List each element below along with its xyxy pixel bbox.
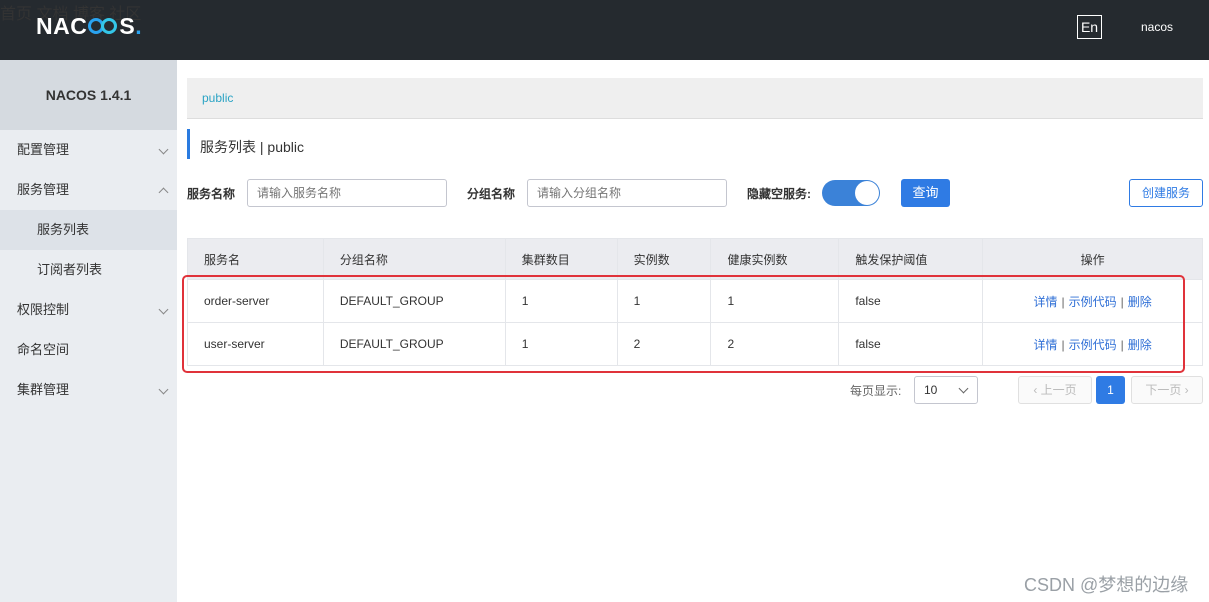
logo-dot: . (135, 12, 143, 39)
current-page-button[interactable]: 1 (1096, 376, 1125, 404)
page-size-label: 每页显示: (850, 384, 902, 398)
sample-code-link[interactable]: 示例代码 (1069, 295, 1117, 309)
cell-healthy-count: 2 (710, 322, 840, 366)
column-header: 操作 (982, 238, 1203, 280)
language-switch-button[interactable]: En (1077, 15, 1102, 39)
column-header: 触发保护阈值 (838, 238, 984, 280)
page-size-value: 10 (924, 383, 938, 397)
service-table: 服务名 分组名称 集群数目 实例数 健康实例数 触发保护阈值 操作 order-… (187, 238, 1203, 366)
chevron-down-icon (158, 304, 169, 315)
nav-home[interactable]: 首页 (0, 6, 32, 23)
sidebar-item-service-management[interactable]: 服务管理 (0, 170, 177, 210)
logo-infinity-icon (88, 18, 118, 34)
sidebar-title: NACOS 1.4.1 (0, 60, 177, 130)
sidebar-item-label: 订阅者列表 (37, 262, 103, 277)
table-row: user-server DEFAULT_GROUP 1 2 2 false 详情… (187, 322, 1203, 366)
cell-service-name: order-server (187, 279, 324, 323)
action-separator: | (1120, 337, 1124, 352)
sidebar-item-access-control[interactable]: 权限控制 (0, 290, 177, 330)
page-title: 服务列表 | public (187, 129, 304, 159)
chevron-right-icon: › (1181, 383, 1189, 397)
sidebar-item-cluster-management[interactable]: 集群管理 (0, 370, 177, 410)
cell-actions: 详情 | 示例代码 | 删除 (982, 322, 1203, 366)
chevron-down-icon (158, 384, 169, 395)
cell-group-name: DEFAULT_GROUP (322, 322, 506, 366)
logo-text-a: A (53, 12, 71, 39)
logo-text: N (36, 12, 54, 39)
next-page-label: 下一页 (1145, 383, 1182, 397)
chevron-left-icon: ‹ (1033, 383, 1041, 397)
service-name-input[interactable] (247, 179, 447, 207)
cell-cluster-count: 1 (504, 279, 618, 323)
sidebar: NACOS 1.4.1 配置管理 服务管理 服务列表 订阅者列表 权限控制 命名… (0, 60, 177, 602)
prev-page-label: 上一页 (1040, 383, 1077, 397)
page-size-select[interactable]: 10 (914, 376, 978, 404)
service-name-label: 服务名称 (187, 187, 236, 201)
column-header: 服务名 (187, 238, 324, 280)
sidebar-item-config-management[interactable]: 配置管理 (0, 130, 177, 170)
toggle-knob (855, 181, 879, 205)
sidebar-item-subscriber-list[interactable]: 订阅者列表 (0, 250, 177, 290)
sample-code-link[interactable]: 示例代码 (1069, 338, 1117, 352)
user-menu[interactable]: nacos (1141, 20, 1173, 34)
namespace-public-link[interactable]: public (202, 91, 233, 105)
create-service-button[interactable]: 创建服务 (1129, 179, 1203, 207)
sidebar-item-label: 服务列表 (37, 222, 90, 237)
cell-instance-count: 1 (616, 279, 712, 323)
group-name-input[interactable] (527, 179, 727, 207)
sidebar-item-label: 集群管理 (17, 382, 70, 397)
chevron-up-icon (158, 187, 169, 198)
cell-group-name: DEFAULT_GROUP (322, 279, 506, 323)
query-button[interactable]: 查询 (901, 179, 950, 207)
sidebar-item-service-list[interactable]: 服务列表 (0, 210, 177, 250)
detail-link[interactable]: 详情 (1033, 295, 1057, 309)
chevron-down-icon (958, 383, 969, 394)
prev-page-button[interactable]: ‹ 上一页 (1018, 376, 1092, 404)
logo-text-c: C (70, 12, 88, 39)
cell-healthy-count: 1 (710, 279, 840, 323)
detail-link[interactable]: 详情 (1033, 338, 1057, 352)
delete-link[interactable]: 删除 (1128, 295, 1152, 309)
next-page-button[interactable]: 下一页 › (1131, 376, 1203, 404)
cell-threshold: false (838, 279, 984, 323)
hide-empty-toggle[interactable] (822, 180, 880, 206)
sidebar-item-label: 命名空间 (17, 342, 70, 357)
cell-actions: 详情 | 示例代码 | 删除 (982, 279, 1203, 323)
sidebar-item-label: 服务管理 (17, 182, 70, 197)
column-header: 实例数 (616, 238, 712, 280)
logo-text-s: S (119, 12, 136, 39)
nacos-logo[interactable]: NAC S. (36, 13, 142, 39)
action-separator: | (1120, 294, 1124, 309)
action-separator: | (1061, 337, 1065, 352)
cell-instance-count: 2 (616, 322, 712, 366)
table-header-row: 服务名 分组名称 集群数目 实例数 健康实例数 触发保护阈值 操作 (187, 238, 1203, 280)
column-header: 集群数目 (504, 238, 618, 280)
chevron-down-icon (158, 144, 169, 155)
csdn-watermark: CSDN @梦想的边缘 (1024, 575, 1189, 595)
cell-service-name: user-server (187, 322, 324, 366)
cell-threshold: false (838, 322, 984, 366)
namespace-bar: public (187, 78, 1203, 119)
sidebar-item-namespace[interactable]: 命名空间 (0, 330, 177, 370)
group-name-label: 分组名称 (467, 187, 516, 201)
table-row: order-server DEFAULT_GROUP 1 1 1 false 详… (187, 279, 1203, 323)
delete-link[interactable]: 删除 (1128, 338, 1152, 352)
top-navbar: NACS. 首页 文档 博客 社区 En nacos (0, 0, 1209, 60)
cell-cluster-count: 1 (504, 322, 618, 366)
sidebar-item-label: 配置管理 (17, 142, 70, 157)
hide-empty-label: 隐藏空服务: (747, 187, 811, 201)
column-header: 健康实例数 (710, 238, 840, 280)
action-separator: | (1061, 294, 1065, 309)
sidebar-item-label: 权限控制 (17, 302, 70, 317)
column-header: 分组名称 (322, 238, 506, 280)
